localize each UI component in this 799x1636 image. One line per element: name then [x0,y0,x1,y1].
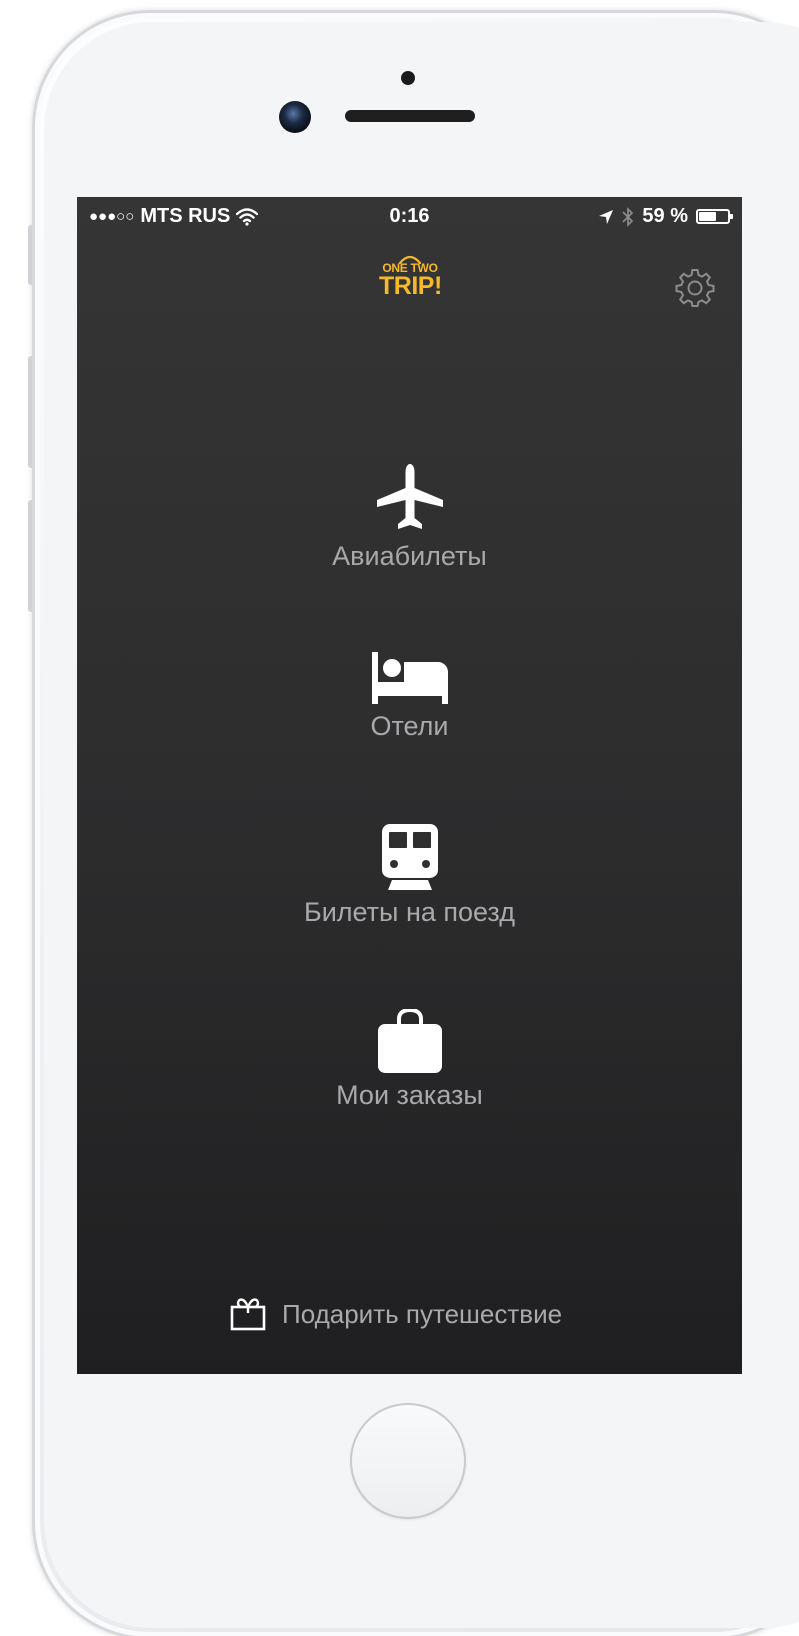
status-right: 59 % [598,205,733,228]
airplane-icon [376,464,443,529]
battery-level [699,212,716,221]
gift-label: Подарить путешествие [282,1298,563,1329]
logo-bottom-text: TRIP! [379,272,442,300]
bed-icon [371,652,448,704]
briefcase-icon [377,1009,442,1073]
onetwotrip-logo: ONE TWO TRIP! [379,254,442,316]
menu-label-trains: Билеты на поезд [304,897,515,927]
menu-label-hotels: Отели [370,711,449,741]
earpiece-speaker [345,110,475,122]
home-button[interactable] [350,1403,466,1519]
menu-label-flights: Авиабилеты [332,541,487,571]
gift-trip-link[interactable]: Подарить путешествие [230,1297,562,1331]
battery-percent: 59 % [642,205,688,227]
menu-item-flights[interactable]: Авиабилеты [77,462,742,572]
status-bar: ●●●○○ MTS RUS 0:16 59 % [77,197,742,237]
menu-label-orders: Мои заказы [336,1080,483,1110]
device-frame: ●●●○○ MTS RUS 0:16 59 % ONE TWO TRIP! Ав… [0,0,799,1636]
gift-icon [230,1298,266,1331]
battery-tip [730,214,733,219]
battery-icon [696,209,733,224]
app-screen: ●●●○○ MTS RUS 0:16 59 % ONE TWO TRIP! Ав… [77,197,742,1374]
menu-item-hotels[interactable]: Отели [77,652,742,742]
train-icon [381,824,438,890]
menu-item-trains[interactable]: Билеты на поезд [77,824,742,928]
gear-icon[interactable] [675,267,715,307]
proximity-sensor [401,71,415,85]
location-arrow-icon [599,209,614,224]
bluetooth-icon [622,206,634,227]
menu-item-orders[interactable]: Мои заказы [77,1009,742,1111]
front-camera [279,101,311,133]
